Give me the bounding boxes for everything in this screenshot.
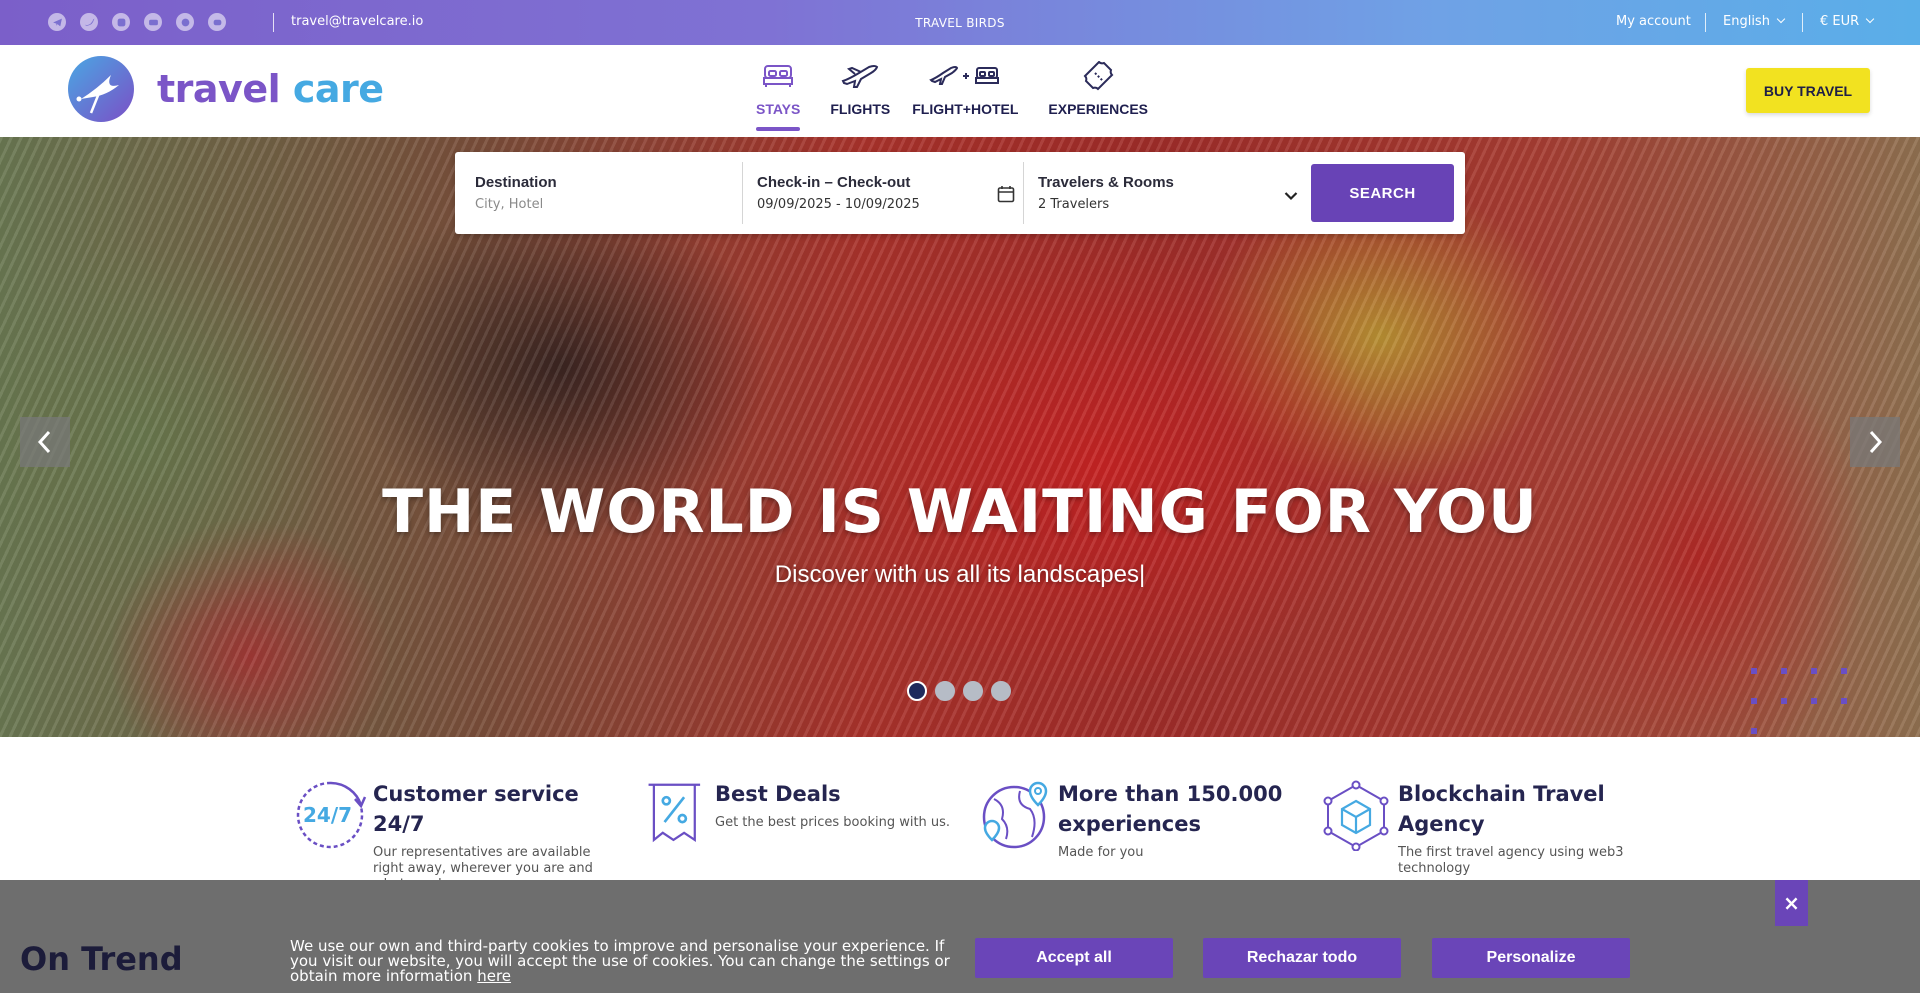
close-icon[interactable]: × — [1775, 880, 1808, 926]
nav-tab-label: FLIGHT+HOTEL — [912, 101, 1019, 117]
twitter-icon[interactable] — [80, 13, 98, 31]
bed-icon — [762, 59, 794, 93]
topbar-divider — [1802, 13, 1803, 32]
logo-word-care: care — [292, 67, 384, 111]
feature-description: The first travel agency using web3 techn… — [1398, 845, 1624, 876]
reject-all-button[interactable]: Rechazar todo — [1203, 938, 1401, 978]
dates-input[interactable]: 09/09/2025 - 10/09/2025 — [757, 197, 1009, 212]
discount-tag-icon — [648, 783, 701, 843]
destination-field[interactable]: Destination City, Hotel — [455, 162, 742, 224]
main-nav: STAYS FLIGHTS FLIGHT+HOTEL EXPERIENCES — [756, 59, 1176, 131]
cookie-more-info-link[interactable]: here — [477, 967, 511, 985]
feature-title: More than 150.000 experiences — [1058, 782, 1283, 836]
instagram-icon[interactable] — [112, 13, 130, 31]
top-bar: travel@travelcare.io TRAVEL BIRDS My acc… — [0, 0, 1920, 45]
feature-title: Customer service 24/7 — [373, 782, 579, 836]
dates-label: Check-in – Check-out — [757, 174, 911, 191]
social-links — [48, 13, 226, 31]
chevron-down-icon — [1865, 14, 1875, 24]
nav-tab-flight-hotel[interactable]: FLIGHT+HOTEL — [912, 59, 1018, 131]
currency-value: € EUR — [1820, 14, 1860, 29]
my-account-link[interactable]: My account — [1616, 14, 1691, 29]
feature-experiences: More than 150.000 experiences Made for y… — [980, 779, 1288, 861]
feature-blockchain: Blockchain Travel Agency The first trave… — [1320, 779, 1638, 877]
language-value: English — [1723, 14, 1770, 29]
cookie-message: We use our own and third-party cookies t… — [290, 939, 950, 984]
slider-prev-button[interactable] — [20, 417, 70, 467]
logo-wordmark: travel care — [157, 67, 384, 111]
section-title-on-trend: On Trend — [20, 940, 183, 978]
blockchain-cube-icon — [1323, 780, 1389, 851]
feature-description: Made for you — [1058, 845, 1144, 860]
dates-field[interactable]: Check-in – Check-out 09/09/2025 - 10/09/… — [742, 162, 1023, 224]
accept-all-button[interactable]: Accept all — [975, 938, 1173, 978]
travelers-select[interactable]: 2 Travelers — [1038, 197, 1294, 212]
nav-tab-flights[interactable]: FLIGHTS — [830, 59, 890, 131]
buy-travel-button[interactable]: BUY TRAVEL — [1746, 68, 1870, 113]
logo-word-travel: travel — [157, 67, 281, 111]
github-icon[interactable] — [176, 13, 194, 31]
hero-title: THE WORLD IS WAITING FOR YOU — [382, 477, 1538, 547]
nav-tab-label: FLIGHTS — [830, 101, 891, 117]
slider-dot[interactable] — [935, 681, 955, 701]
destination-input[interactable]: City, Hotel — [475, 197, 728, 212]
cookie-text: We use our own and third-party cookies t… — [290, 937, 950, 985]
nav-tab-label: EXPERIENCES — [1048, 101, 1149, 117]
feature-customer-service: 24/7 Customer service 24/7 Our represent… — [295, 779, 623, 893]
slider-dot[interactable] — [963, 681, 983, 701]
topbar-divider — [273, 13, 274, 32]
feature-best-deals: Best Deals Get the best prices booking w… — [645, 779, 955, 851]
feature-title: Best Deals — [715, 782, 841, 806]
nav-tab-stays[interactable]: STAYS — [756, 59, 801, 131]
search-form: Destination City, Hotel Check-in – Check… — [455, 152, 1465, 234]
currency-selector[interactable]: € EUR — [1820, 14, 1875, 29]
slider-dot[interactable] — [991, 681, 1011, 701]
chevron-down-icon — [1776, 14, 1786, 24]
logo-bird-icon — [68, 56, 134, 122]
topbar-divider — [1705, 13, 1706, 32]
youtube-icon[interactable] — [144, 13, 162, 31]
slider-next-button[interactable] — [1850, 417, 1900, 467]
plane-icon — [839, 59, 881, 93]
contact-email-link[interactable]: travel@travelcare.io — [291, 14, 423, 29]
nav-tab-experiences[interactable]: EXPERIENCES — [1048, 59, 1148, 131]
telegram-icon[interactable] — [48, 13, 66, 31]
chevron-down-icon — [1284, 192, 1298, 201]
globe-pin-icon — [982, 781, 1048, 849]
hero-slider: Destination City, Hotel Check-in – Check… — [0, 137, 1920, 737]
cookie-consent-bar: On Trend We use our own and third-party … — [0, 880, 1920, 993]
main-header: travel care STAYS FLIGHTS FLIGHT+HOTEL E… — [0, 45, 1920, 137]
chevron-left-icon — [37, 430, 51, 454]
hero-subtitle: Discover with us all its landscapes| — [774, 561, 1146, 588]
svg-text:24/7: 24/7 — [303, 803, 352, 827]
calendar-icon[interactable] — [997, 185, 1015, 203]
ticket-icon — [1081, 59, 1115, 93]
plane-plus-bed-icon — [929, 59, 1001, 93]
discord-icon[interactable] — [208, 13, 226, 31]
nav-tab-label: STAYS — [756, 101, 801, 117]
personalize-button[interactable]: Personalize — [1432, 938, 1630, 978]
search-button[interactable]: SEARCH — [1311, 164, 1454, 222]
feature-title: Blockchain Travel Agency — [1398, 782, 1605, 836]
slider-dots — [907, 681, 1011, 701]
language-selector[interactable]: English — [1723, 14, 1786, 29]
travelers-field[interactable]: Travelers & Rooms 2 Travelers — [1023, 162, 1308, 224]
logo[interactable]: travel care — [67, 55, 384, 123]
travelers-label: Travelers & Rooms — [1038, 174, 1174, 191]
clock-24-7-icon: 24/7 — [296, 781, 367, 849]
slider-dot[interactable] — [907, 681, 927, 701]
feature-description: Get the best prices booking with us. — [715, 815, 951, 830]
features-section: 24/7 Customer service 24/7 Our represent… — [0, 737, 1920, 892]
chevron-right-icon — [1869, 430, 1883, 454]
destination-label: Destination — [475, 174, 557, 191]
